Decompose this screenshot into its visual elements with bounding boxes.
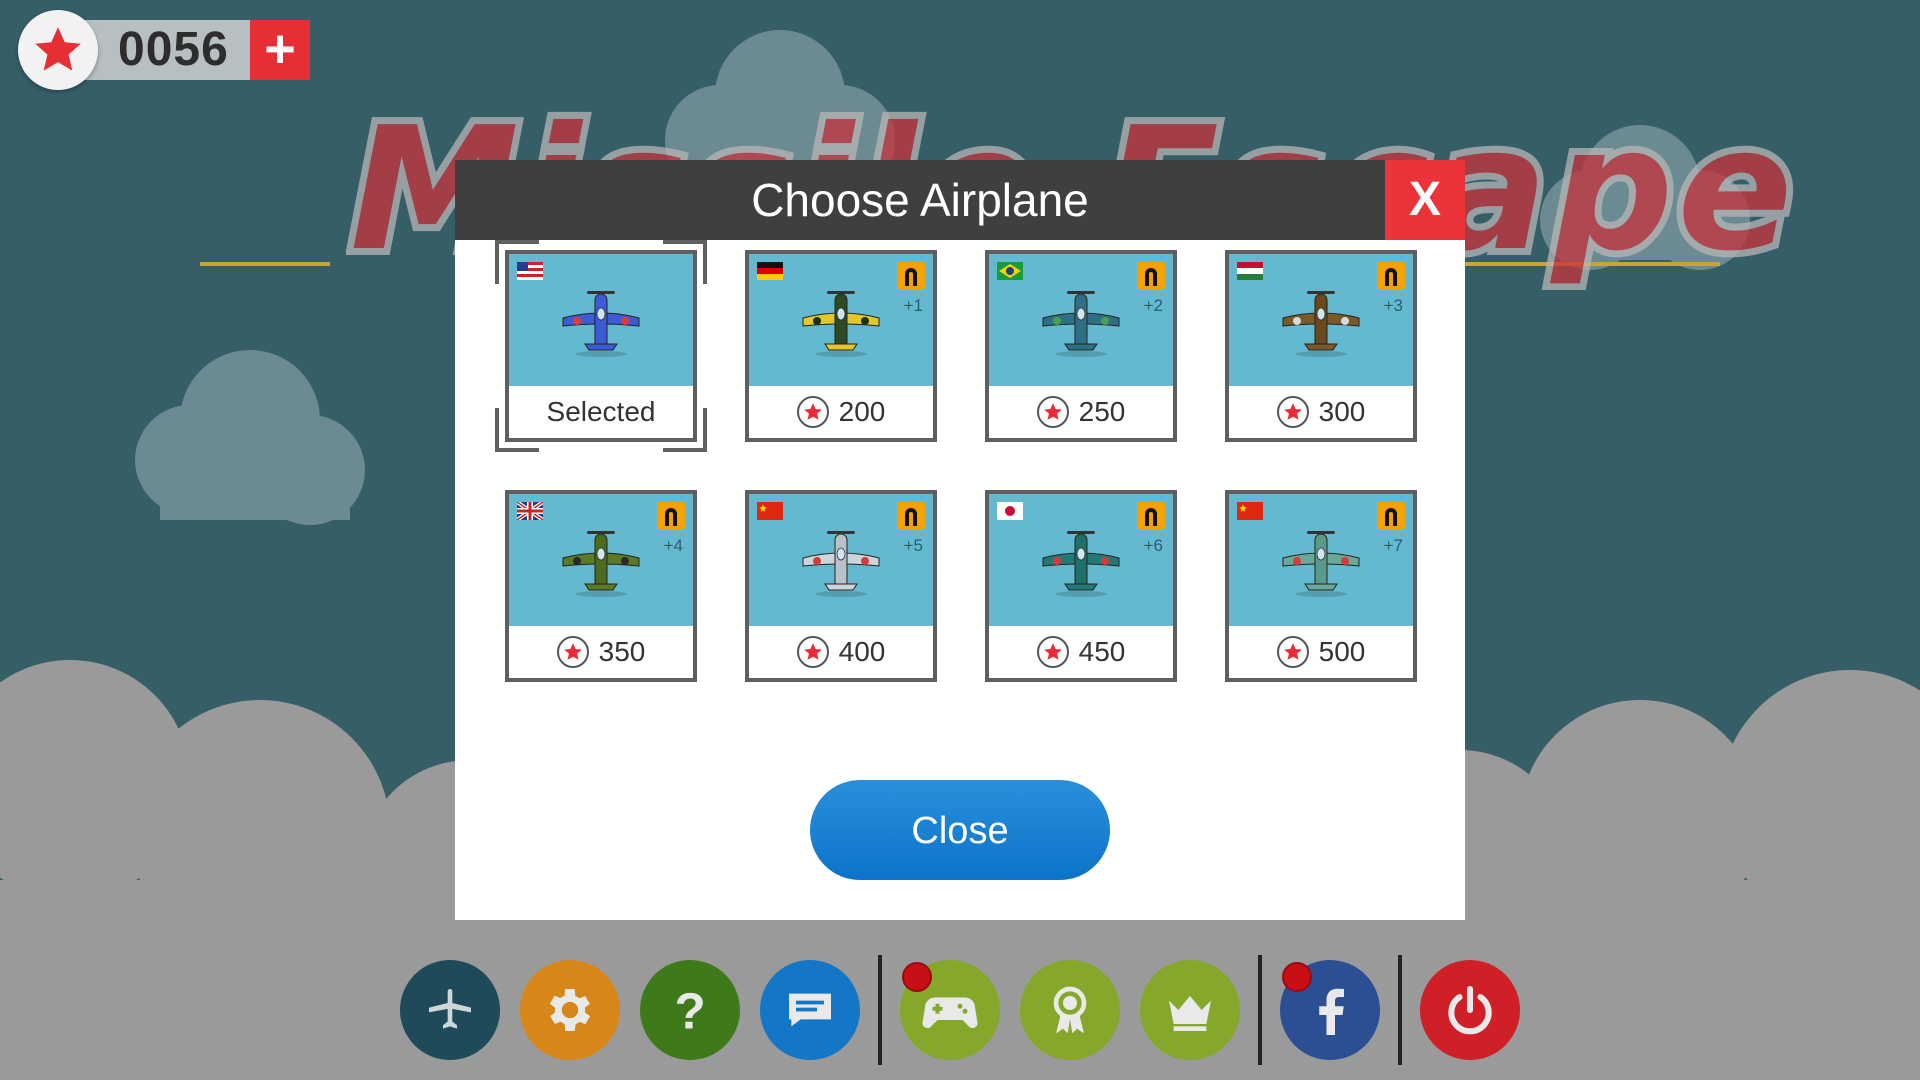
- airplane-card[interactable]: +3 300: [1225, 250, 1417, 442]
- background-line-left: [200, 262, 330, 266]
- achievements-button[interactable]: [1020, 960, 1120, 1060]
- close-button[interactable]: Close: [810, 780, 1110, 880]
- price-value: 300: [1318, 396, 1366, 427]
- lock-icon: [897, 262, 925, 290]
- flag-icon: [515, 500, 545, 522]
- lock-icon: [1377, 262, 1405, 290]
- airplane-icon: [561, 528, 641, 603]
- selection-corner: [663, 408, 707, 452]
- lock-icon: [1137, 502, 1165, 530]
- airplane-button[interactable]: [400, 960, 500, 1060]
- dialog-title: Choose Airplane: [751, 174, 1089, 226]
- gamepad-icon: [920, 980, 980, 1040]
- notification-dot: [1282, 962, 1312, 992]
- star-icon: [1276, 396, 1309, 428]
- price-value: 400: [838, 636, 886, 667]
- quit-button[interactable]: [1420, 960, 1520, 1060]
- nav-separator: [1398, 955, 1402, 1065]
- svg-text:?: ?: [674, 983, 705, 1038]
- level-badge: +3: [1383, 296, 1403, 315]
- flag-icon: [1237, 502, 1263, 520]
- notification-dot: [902, 962, 932, 992]
- question-icon: ?: [662, 982, 718, 1038]
- selection-corner: [663, 240, 707, 284]
- level-badge: +4: [663, 536, 683, 555]
- price-value: 500: [1318, 636, 1366, 667]
- selection-corner: [495, 408, 539, 452]
- price-value: 450: [1078, 636, 1126, 667]
- airplane-icon: [1041, 288, 1121, 363]
- level-badge: +2: [1143, 296, 1163, 315]
- flag-icon: [757, 262, 783, 280]
- flag-icon: [997, 262, 1023, 280]
- power-icon: [1442, 982, 1498, 1038]
- airplane-card[interactable]: +6 450: [985, 490, 1177, 682]
- level-badge: +1: [903, 296, 923, 315]
- nav-separator: [878, 955, 882, 1065]
- level-badge: +7: [1383, 536, 1403, 555]
- help-button[interactable]: ?: [640, 960, 740, 1060]
- price-footer: 300: [1229, 386, 1413, 438]
- nav-separator: [1258, 955, 1262, 1065]
- flag-icon: [757, 502, 783, 520]
- flag-icon: [1237, 262, 1263, 280]
- star-icon: [1276, 636, 1309, 668]
- airplane-card[interactable]: +4 350: [505, 490, 697, 682]
- star-icon: [556, 636, 589, 668]
- choose-airplane-dialog: Choose Airplane X Selected +1 200 +2 250 +…: [455, 160, 1465, 920]
- chat-button[interactable]: [760, 960, 860, 1060]
- chat-icon: [782, 982, 838, 1038]
- dialog-header: Choose Airplane X: [455, 160, 1465, 240]
- award-icon: [1042, 982, 1098, 1038]
- star-icon: [1036, 396, 1069, 428]
- selected-label: Selected: [546, 396, 656, 427]
- level-badge: +5: [903, 536, 923, 555]
- price-footer: 450: [989, 626, 1173, 678]
- lock-icon: [1137, 262, 1165, 290]
- star-icon: [796, 396, 829, 428]
- airplane-card[interactable]: +7 500: [1225, 490, 1417, 682]
- airplane-card[interactable]: +2 250: [985, 250, 1177, 442]
- facebook-icon: [1300, 980, 1360, 1040]
- lock-icon: [657, 502, 685, 530]
- leaderboard-button[interactable]: [1140, 960, 1240, 1060]
- airplane-card[interactable]: +1 200: [745, 250, 937, 442]
- star-icon: [796, 636, 829, 668]
- airplane-icon: [422, 982, 478, 1038]
- level-badge: +6: [1143, 536, 1163, 555]
- star-count: 0056: [118, 23, 229, 76]
- price-value: 200: [838, 396, 886, 427]
- price-footer: 200: [749, 386, 933, 438]
- airplane-icon: [801, 528, 881, 603]
- price-footer: 500: [1229, 626, 1413, 678]
- crown-icon: [1162, 982, 1218, 1038]
- price-value: 250: [1078, 396, 1126, 427]
- lock-icon: [897, 502, 925, 530]
- airplane-icon: [1041, 528, 1121, 603]
- star-icon: [18, 10, 98, 90]
- lock-icon: [1377, 502, 1405, 530]
- add-stars-button[interactable]: +: [250, 20, 310, 80]
- airplane-icon: [801, 288, 881, 363]
- star-currency-counter: 0056 +: [10, 10, 310, 90]
- price-value: 350: [598, 636, 646, 667]
- airplane-icon: [1281, 528, 1361, 603]
- dialog-close-x-button[interactable]: X: [1385, 160, 1465, 240]
- flag-icon: [997, 502, 1023, 520]
- settings-button[interactable]: [520, 960, 620, 1060]
- price-footer: 350: [509, 626, 693, 678]
- airplane-card[interactable]: +5 400: [745, 490, 937, 682]
- star-icon: [1036, 636, 1069, 668]
- price-footer: 250: [989, 386, 1173, 438]
- gear-icon: [542, 982, 598, 1038]
- airplane-icon: [561, 288, 641, 363]
- airplane-icon: [1281, 288, 1361, 363]
- price-footer: 400: [749, 626, 933, 678]
- selection-corner: [495, 240, 539, 284]
